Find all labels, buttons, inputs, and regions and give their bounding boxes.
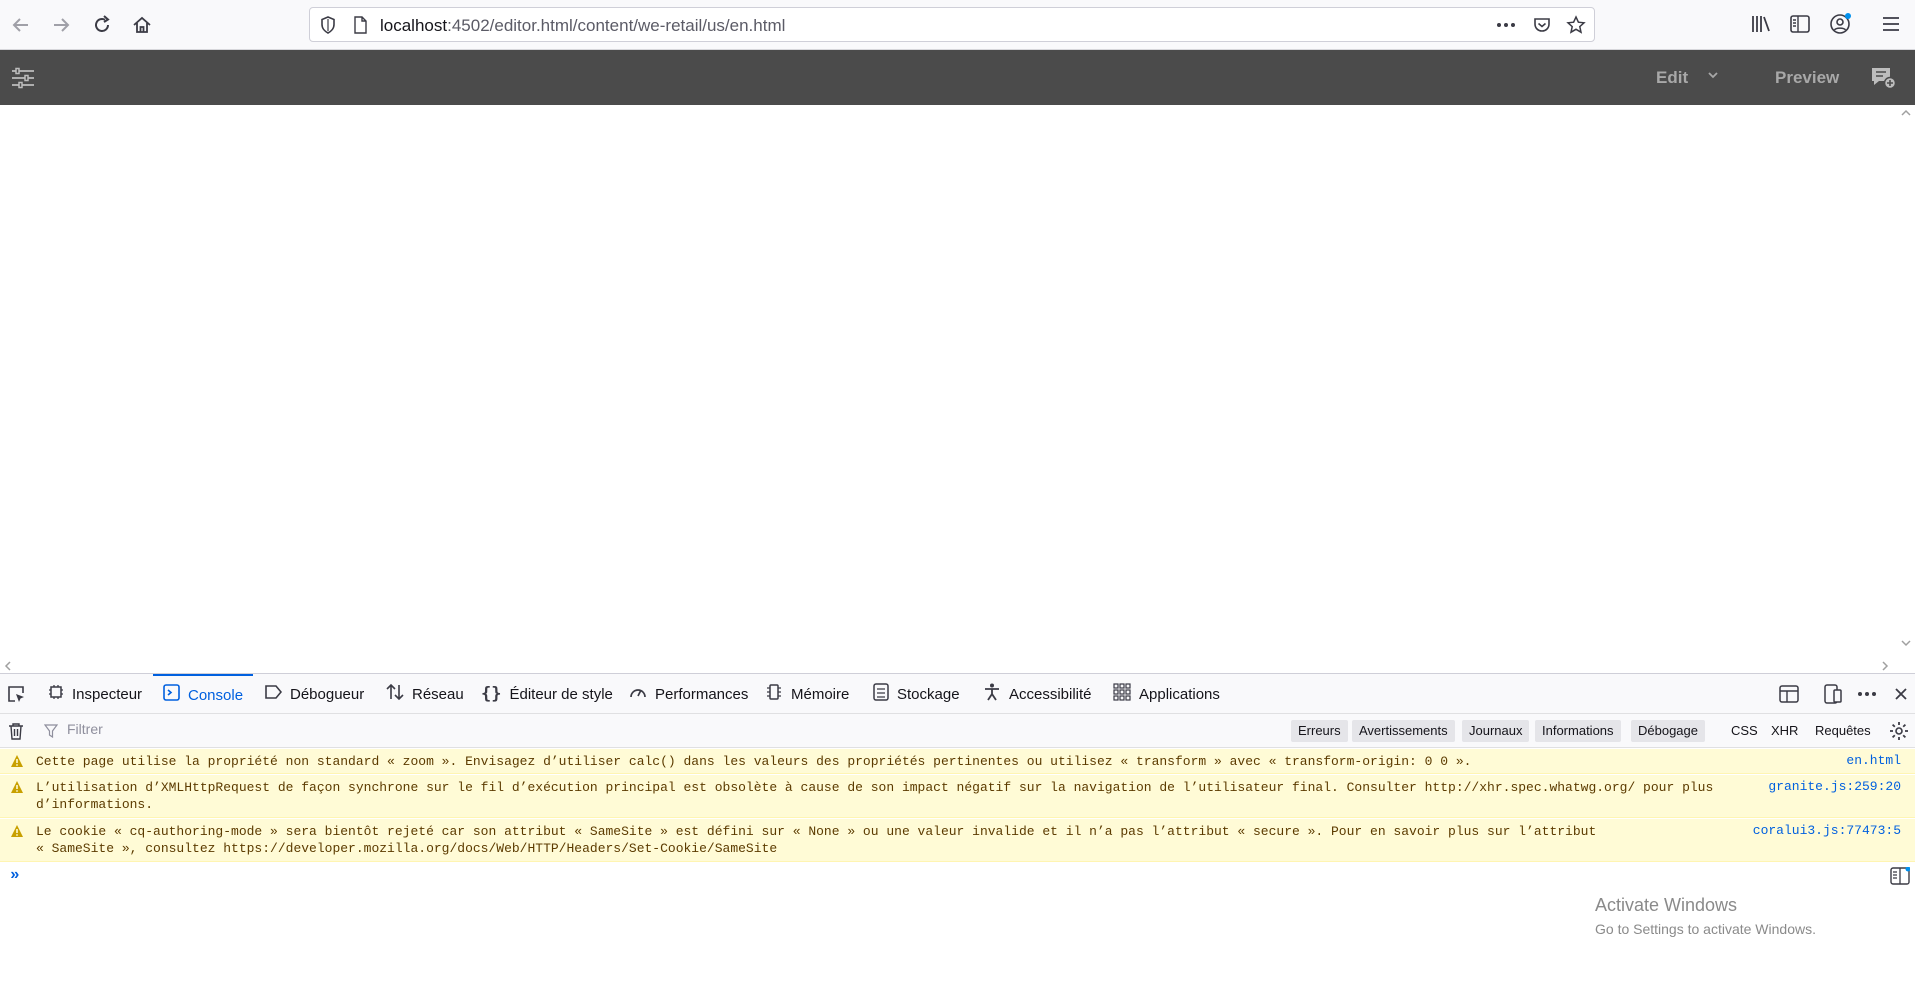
menu-icon[interactable] bbox=[1878, 11, 1904, 37]
close-icon[interactable] bbox=[1890, 683, 1912, 705]
edit-mode-button[interactable]: Edit bbox=[1656, 68, 1688, 88]
message-text-continued: d’informations. bbox=[36, 797, 154, 812]
storage-icon bbox=[873, 682, 889, 706]
tab-memory[interactable]: Mémoire bbox=[765, 674, 849, 714]
console-filter-input[interactable]: Filtrer bbox=[67, 721, 103, 737]
sidebar-icon[interactable] bbox=[1787, 11, 1813, 37]
scroll-up-icon[interactable] bbox=[1900, 107, 1912, 121]
filter-info-button[interactable]: Informations bbox=[1535, 720, 1621, 742]
tab-accessibility-label: Accessibilité bbox=[1009, 685, 1092, 703]
shield-icon[interactable] bbox=[318, 15, 338, 35]
editor-mode-toggle-icon[interactable] bbox=[1890, 866, 1911, 885]
chevron-down-icon[interactable] bbox=[1706, 68, 1720, 85]
accessibility-icon bbox=[983, 683, 1001, 706]
url-path: :4502/editor.html/content/we-retail/us/e… bbox=[447, 16, 786, 35]
tab-storage[interactable]: Stockage bbox=[873, 674, 960, 714]
side-panel-toggle-icon[interactable] bbox=[10, 65, 36, 91]
url-bar[interactable]: localhost:4502/editor.html/content/we-re… bbox=[309, 7, 1595, 42]
memory-chip-icon bbox=[765, 683, 783, 706]
filter-funnel-icon bbox=[44, 720, 58, 742]
devtools-more-icon[interactable] bbox=[1856, 683, 1878, 705]
inspector-icon bbox=[48, 684, 64, 705]
settings-gear-icon[interactable] bbox=[1888, 720, 1910, 742]
network-icon bbox=[386, 683, 404, 706]
tab-memory-label: Mémoire bbox=[791, 685, 850, 703]
browser-toolbar: localhost:4502/editor.html/content/we-re… bbox=[0, 0, 1915, 50]
windows-activation-watermark-subtitle: Go to Settings to activate Windows. bbox=[1595, 921, 1816, 937]
gauge-icon bbox=[629, 684, 647, 705]
annotate-icon[interactable] bbox=[1869, 64, 1897, 92]
page-icon[interactable] bbox=[350, 15, 370, 35]
console-prompt-icon[interactable]: » bbox=[10, 866, 20, 884]
tab-style-editor-label: Éditeur de style bbox=[509, 685, 613, 703]
preview-button[interactable]: Preview bbox=[1775, 68, 1839, 88]
filter-debug-button[interactable]: Débogage bbox=[1631, 720, 1705, 742]
filter-css-button[interactable]: CSS bbox=[1731, 720, 1758, 742]
message-text-continued: « SameSite », consultez https://develope… bbox=[36, 841, 778, 856]
url-host: localhost bbox=[380, 16, 448, 35]
tab-style-editor[interactable]: {} Éditeur de style bbox=[481, 674, 613, 714]
tab-performance[interactable]: Performances bbox=[629, 674, 748, 714]
warning-icon bbox=[10, 754, 24, 768]
message-text: Le cookie « cq-authoring-mode » sera bie… bbox=[36, 824, 1597, 839]
message-text: Cette page utilise la propriété non stan… bbox=[36, 754, 1472, 769]
filter-requests-button[interactable]: Requêtes bbox=[1815, 720, 1871, 742]
filter-warnings-button[interactable]: Avertissements bbox=[1352, 720, 1455, 742]
warning-icon bbox=[10, 780, 24, 794]
tab-applications[interactable]: Applications bbox=[1113, 674, 1220, 714]
library-icon[interactable] bbox=[1748, 11, 1774, 37]
page-content-frame[interactable] bbox=[0, 105, 1896, 657]
responsive-mode-icon[interactable] bbox=[1822, 683, 1844, 705]
account-icon[interactable] bbox=[1827, 11, 1853, 37]
home-icon[interactable] bbox=[126, 9, 158, 41]
message-source-link[interactable]: granite.js:259:20 bbox=[1768, 779, 1901, 794]
split-console-icon[interactable] bbox=[1778, 683, 1800, 705]
console-filter-bar: Filtrer Erreurs Avertissements Journaux … bbox=[0, 714, 1915, 748]
console-icon bbox=[163, 684, 180, 706]
horizontal-scrollbar[interactable] bbox=[0, 657, 1896, 673]
scroll-down-icon[interactable] bbox=[1900, 637, 1912, 651]
bookmark-star-icon[interactable] bbox=[1566, 15, 1586, 35]
windows-activation-watermark-title: Activate Windows bbox=[1595, 895, 1738, 915]
tab-console[interactable]: Console bbox=[153, 674, 254, 714]
message-source-link[interactable]: coralui3.js:77473:5 bbox=[1753, 823, 1901, 838]
trash-icon[interactable] bbox=[5, 720, 27, 742]
forward-icon[interactable] bbox=[45, 9, 77, 41]
tab-debugger-label: Débogueur bbox=[290, 685, 365, 703]
element-picker-icon[interactable] bbox=[5, 683, 27, 705]
tab-performance-label: Performances bbox=[655, 685, 749, 703]
more-icon[interactable] bbox=[1496, 15, 1516, 35]
message-source-link[interactable]: en.html bbox=[1846, 753, 1901, 768]
tab-applications-label: Applications bbox=[1139, 685, 1220, 703]
back-icon[interactable] bbox=[5, 9, 37, 41]
pocket-icon[interactable] bbox=[1532, 15, 1552, 35]
editor-toolbar: Edit Preview bbox=[0, 50, 1915, 105]
tab-network[interactable]: Réseau bbox=[386, 674, 464, 714]
tab-inspector-label: Inspecteur bbox=[72, 685, 143, 703]
tab-inspector[interactable]: Inspecteur bbox=[48, 674, 142, 714]
tab-debugger[interactable]: Débogueur bbox=[264, 674, 364, 714]
message-text: L’utilisation d’XMLHttpRequest de façon … bbox=[36, 780, 1714, 795]
url-text[interactable]: localhost:4502/editor.html/content/we-re… bbox=[380, 16, 785, 36]
console-warning-message: L’utilisation d’XMLHttpRequest de façon … bbox=[0, 775, 1915, 818]
tab-console-label: Console bbox=[188, 686, 244, 704]
devtools-tabbar: Inspecteur Console Débogueur Réseau {} É… bbox=[0, 674, 1915, 714]
braces-icon: {} bbox=[481, 684, 502, 704]
tab-network-label: Réseau bbox=[412, 685, 464, 703]
tab-accessibility[interactable]: Accessibilité bbox=[983, 674, 1092, 714]
filter-errors-button[interactable]: Erreurs bbox=[1291, 720, 1348, 742]
applications-grid-icon bbox=[1113, 682, 1131, 706]
console-warning-message: Cette page utilise la propriété non stan… bbox=[0, 749, 1915, 774]
tab-storage-label: Stockage bbox=[897, 685, 960, 703]
devtools-panel: Inspecteur Console Débogueur Réseau {} É… bbox=[0, 673, 1915, 989]
console-warning-message: Le cookie « cq-authoring-mode » sera bie… bbox=[0, 819, 1915, 862]
warning-icon bbox=[10, 824, 24, 838]
filter-xhr-button[interactable]: XHR bbox=[1771, 720, 1798, 742]
debugger-icon bbox=[264, 684, 283, 705]
filter-logs-button[interactable]: Journaux bbox=[1462, 720, 1530, 742]
reload-icon[interactable] bbox=[86, 9, 118, 41]
vertical-scrollbar[interactable] bbox=[1896, 105, 1915, 657]
